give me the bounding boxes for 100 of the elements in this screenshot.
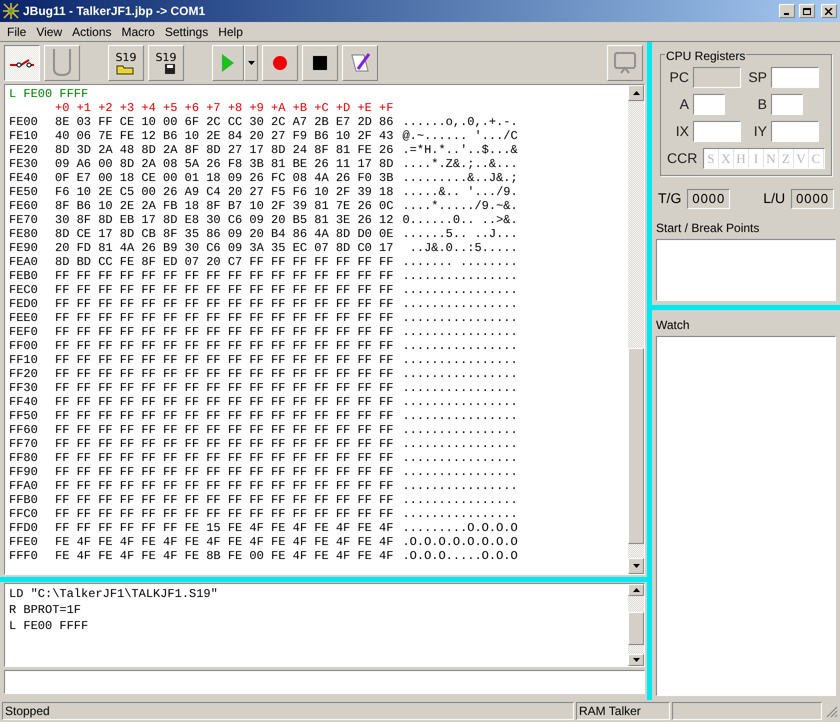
register-field[interactable] (693, 94, 725, 115)
log-line: LD "C:\TalkerJF1\TALKJF1.S19" (9, 586, 218, 602)
hex-bytes: F6 10 2E C5 00 26 A9 C4 20 27 F5 F6 10 2F 39 18 (55, 185, 394, 199)
hex-bytes: FF FF FF FF FF FF FF FF FF FF FF FF FF FF FF FF (55, 311, 394, 325)
address-cell-text: FE30 (9, 157, 39, 171)
ascii-text: ................ (402, 395, 518, 409)
hex-bytes: 20 FD 81 4A 26 B9 30 C6 09 3A 35 EC 07 8D C0 17 (55, 241, 394, 255)
run-button[interactable] (212, 45, 244, 81)
script-edit-button[interactable] (342, 45, 378, 81)
run-options-dropdown[interactable] (244, 45, 258, 81)
ascii-text: ................ (402, 269, 518, 283)
ascii-text: ................ (402, 423, 518, 437)
counter-label: T/G (658, 189, 682, 208)
register-label: SP (747, 68, 768, 87)
address-cell-text: FF30 (9, 381, 39, 395)
ascii-text: .O.O.O.O.O.O.O.O (402, 535, 518, 549)
address-cell-text: FFC0 (9, 507, 39, 521)
address-cell-text: FED0 (9, 297, 39, 311)
ascii-text: ....*.Z&.;..&... (402, 157, 518, 171)
save-s19-button[interactable]: S19 (148, 45, 184, 81)
ascii-text: .=*H.*..'..$...& (402, 143, 518, 157)
address-cell-text: FEC0 (9, 283, 39, 297)
app-logo-icon (3, 3, 19, 19)
hex-bytes: FF FF FF FF FF FF FF FF FF FF FF FF FF FF FF FF (55, 325, 394, 339)
ascii-text: ......o,.0,.+.-. (402, 115, 518, 129)
address-cell-text: FE20 (9, 143, 39, 157)
stop-icon (313, 56, 327, 70)
address-cell-text: FEA0 (9, 255, 39, 269)
hex-bytes: FF FF FF FF FF FF FF FF FF FF FF FF FF FF FF FF (55, 395, 394, 409)
log-line: R BPROT=1F (9, 602, 82, 618)
ascii-text: ................ (402, 325, 518, 339)
address-cell-text: FFE0 (9, 535, 39, 549)
hex-bytes: 8E 03 FF CE 10 00 6F 2C CC 30 2C A7 2B E7 2D 86 (55, 115, 394, 129)
caret-icon (248, 61, 254, 65)
menu-item[interactable]: Actions (67, 22, 116, 40)
load-s19-button[interactable]: S19 (108, 45, 144, 81)
vertical-scrollbar[interactable] (628, 584, 644, 666)
hex-bytes: FF FF FF FF FF FF FF FF FF FF FF FF FF FF FF FF (55, 465, 394, 479)
ascii-text: ....*...../9.~&. (402, 199, 518, 213)
menu-item[interactable]: Settings (160, 22, 214, 40)
ascii-text: @.~...... '.../C (402, 129, 518, 143)
connect-button[interactable] (4, 45, 40, 81)
play-icon (221, 53, 235, 73)
address-cell-text: FFF0 (9, 549, 39, 563)
stop-button[interactable] (302, 45, 338, 81)
maximize-button[interactable] (799, 4, 815, 18)
counter-label: L/U (763, 189, 786, 208)
menu-item[interactable]: Macro (116, 22, 160, 40)
ascii-text: .........O.O.O.O (402, 521, 518, 535)
hex-bytes: 8D BD CC FE 8F ED 07 20 C7 FF FF FF FF FF FF FF (55, 255, 394, 269)
hex-bytes: FF FF FF FF FF FF FF FF FF FF FF FF FF FF FF FF (55, 507, 394, 521)
hex-bytes: FF FF FF FF FF FF FF FF FF FF FF FF FF FF FF FF (55, 283, 394, 297)
menu-item[interactable]: File (2, 22, 32, 40)
ascii-text: ................ (402, 479, 518, 493)
ascii-text: ................ (402, 339, 518, 353)
register-label: A (678, 95, 690, 114)
hex-bytes: FF FF FF FF FF FF FF FF FF FF FF FF FF FF FF FF (55, 353, 394, 367)
ascii-text: ................ (402, 283, 518, 297)
ascii-text: .O.O.O.....O.O.O (402, 549, 518, 563)
disconnect-button[interactable] (44, 45, 80, 81)
resize-grip-icon (824, 704, 838, 718)
address-cell-text: FF10 (9, 353, 39, 367)
switch-closed-icon (9, 57, 35, 69)
register-field[interactable] (693, 121, 741, 142)
address-cell-text: FF70 (9, 437, 39, 451)
menu-item[interactable]: View (31, 22, 68, 40)
hex-bytes: 8F B6 10 2E 2A FB 18 8F B7 10 2F 39 81 7E 26 0C (55, 199, 394, 213)
register-field[interactable] (771, 67, 819, 88)
address-cell-text: FFB0 (9, 493, 39, 507)
record-button[interactable] (262, 45, 298, 81)
register-field[interactable] (771, 94, 803, 115)
hex-bytes: FF FF FF FF FF FF FF FF FF FF FF FF FF FF FF FF (55, 297, 394, 311)
log-line: L FE00 FFFF (9, 618, 88, 634)
command-input[interactable] (4, 670, 645, 694)
menu-item[interactable]: Help (213, 22, 248, 40)
scroll-thumb[interactable] (628, 612, 644, 645)
counter-value: 0000 (791, 188, 834, 208)
register-label: IY (752, 122, 768, 141)
hex-bytes: 0F E7 00 18 CE 00 01 18 09 26 FC 08 4A 26 F0 3B (55, 171, 394, 185)
address-cell-text: FF00 (9, 339, 39, 353)
address-cell-text: FE40 (9, 171, 39, 185)
address-cell-text: FE60 (9, 199, 39, 213)
register-label: B (756, 95, 768, 114)
window-title: JBug11 - TalkerJF1.jbp -> COM1 (23, 3, 206, 20)
hex-bytes: FF FF FF FF FF FF FF FF FF FF FF FF FF FF FF FF (55, 339, 394, 353)
address-cell-text: FEB0 (9, 269, 39, 283)
offset-header: +0 +1 +2 +3 +4 +5 +6 +7 +8 +9 +A +B +C +D +E +F (55, 101, 394, 115)
ascii-text: ..J&.0..:5..... (408, 241, 518, 255)
record-icon (273, 56, 287, 70)
close-icon (825, 8, 833, 14)
scroll-thumb[interactable] (628, 348, 644, 544)
hex-bytes: 8D 3D 2A 48 8D 2A 8F 8D 27 17 8D 24 8F 81 FE 26 (55, 143, 394, 157)
monitor-button[interactable] (607, 45, 643, 81)
address-cell-text: FF20 (9, 367, 39, 381)
vertical-scrollbar[interactable] (628, 85, 644, 574)
address-cell-text: FE80 (9, 227, 39, 241)
maximize-icon (803, 8, 811, 14)
close-button[interactable] (821, 4, 837, 18)
minimize-button[interactable] (779, 4, 795, 18)
register-field[interactable] (771, 121, 819, 142)
